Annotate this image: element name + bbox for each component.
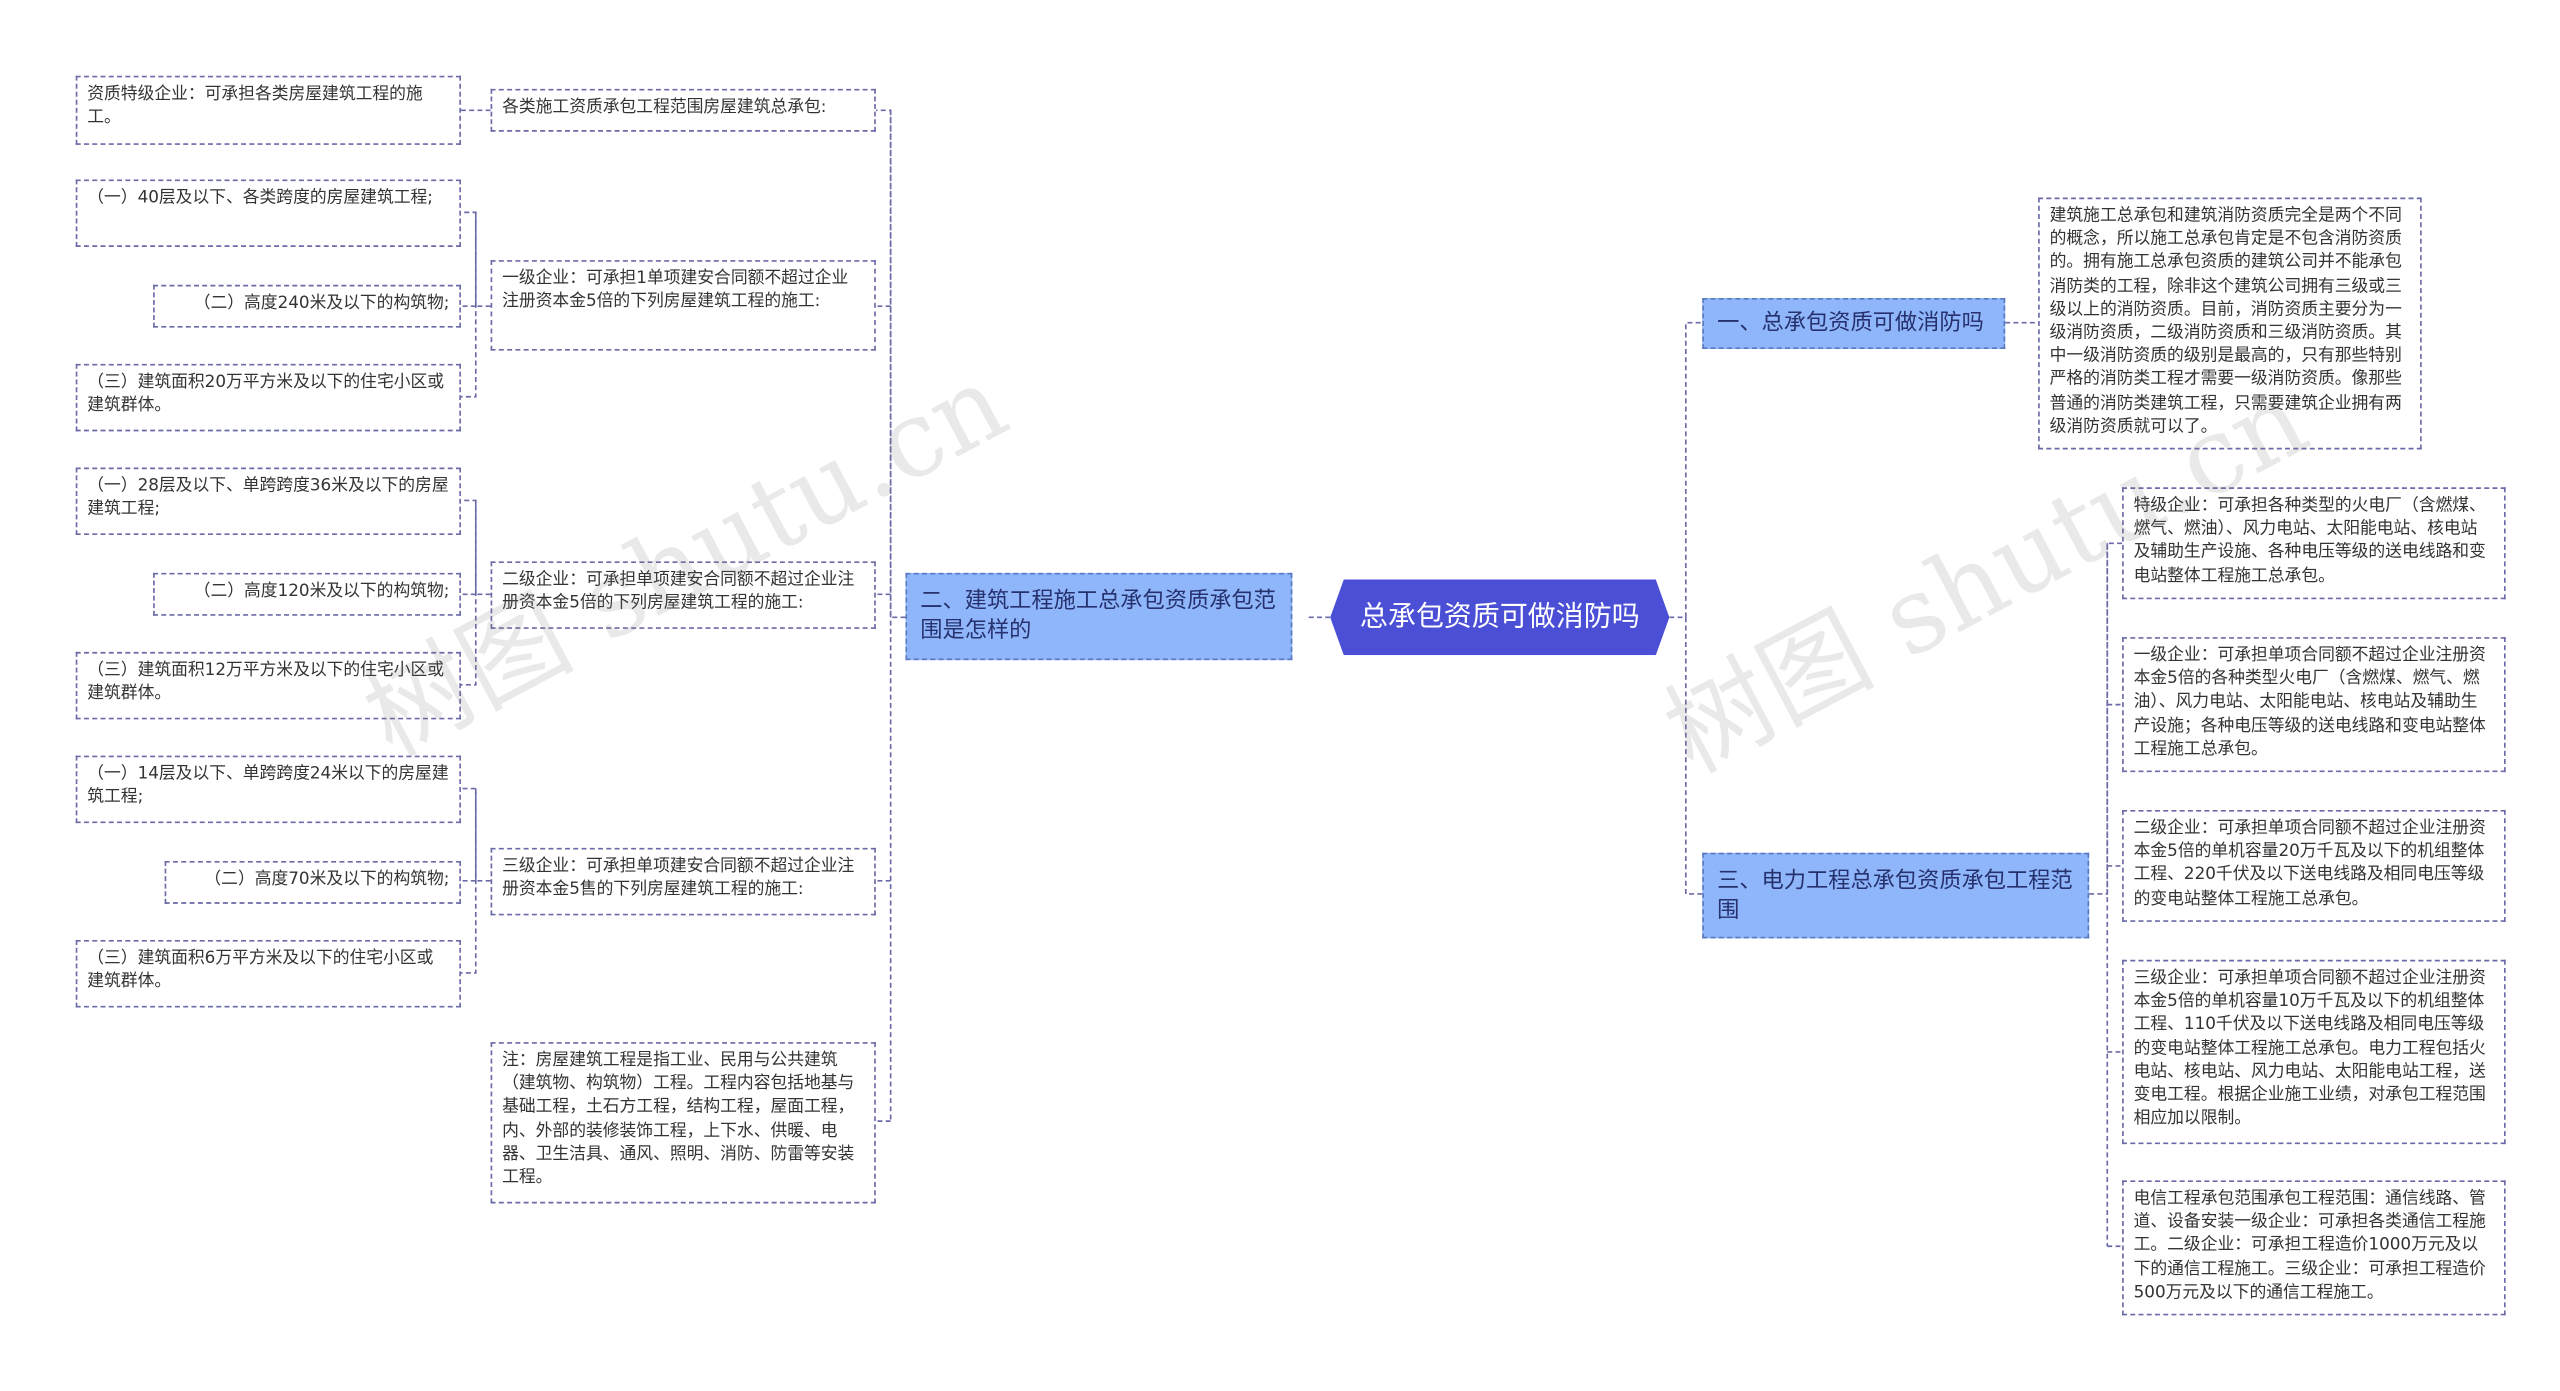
connector: [1669, 321, 1703, 619]
connector: [460, 212, 477, 398]
mind-map-canvas: 总承包资质可做消防吗 二、建筑工程施工总承包资质承包范围是怎样的 各类施工资质承…: [0, 0, 2560, 1391]
right1-child-1[interactable]: 建筑施工总承包和建筑消防资质完全是两个不同的概念，所以施工总承包肯定是不包含消防…: [2038, 197, 2422, 450]
left-node-grade2-child-2[interactable]: （二）高度120米及以下的构筑物;: [153, 572, 461, 616]
branch-power-scope[interactable]: 三、电力工程总承包资质承包工程范围: [1702, 852, 2090, 939]
left-node-note[interactable]: 注：房屋建筑工程是指工业、民用与公共建筑（建筑物、构筑物）工程。工程内容包括地基…: [490, 1042, 876, 1204]
right2-child-2[interactable]: 一级企业：可承担单项合同额不超过企业注册资本金5倍的各种类型火电厂（含燃煤、燃气…: [2122, 637, 2506, 773]
right2-child-4[interactable]: 三级企业：可承担单项合同额不超过企业注册资本金5倍的单机容量10万千瓦及以下的机…: [2122, 959, 2506, 1145]
left-node-grade1-child-2[interactable]: （二）高度240米及以下的构筑物;: [153, 284, 461, 328]
root-topic[interactable]: 总承包资质可做消防吗: [1330, 579, 1670, 656]
left-node-general[interactable]: 各类施工资质承包工程范围房屋建筑总承包:: [490, 88, 876, 132]
left-node-grade2-child-3[interactable]: （三）建筑面积12万平方米及以下的住宅小区或建筑群体。: [75, 651, 461, 720]
left-node-grade3-child-2[interactable]: （二）高度70米及以下的构筑物;: [164, 861, 461, 904]
branch-fire-qualification[interactable]: 一、总承包资质可做消防吗: [1702, 297, 2006, 350]
right2-child-5[interactable]: 电信工程承包范围承包工程范围：通信线路、管道、设备安装一级企业：可承担各类通信工…: [2122, 1180, 2506, 1316]
connector: [460, 500, 477, 686]
left-node-grade3-child-3[interactable]: （三）建筑面积6万平方米及以下的住宅小区或建筑群体。: [75, 940, 461, 1008]
left-node-grade1[interactable]: 一级企业：可承担1单项建安合同额不超过企业注册资本金5倍的下列房屋建筑工程的施工…: [490, 260, 876, 351]
left-node-general-child-1[interactable]: 资质特级企业：可承担各类房屋建筑工程的施工。: [75, 75, 461, 145]
right2-child-1[interactable]: 特级企业：可承担各种类型的火电厂（含燃煤、燃气、燃油）、风力电站、太阳能电站、核…: [2122, 487, 2506, 600]
connector: [460, 211, 491, 308]
left-node-grade2-child-1[interactable]: （一）28层及以下、单跨跨度36米及以下的房屋建筑工程;: [75, 467, 461, 536]
left-node-grade2[interactable]: 二级企业：可承担单项建安合同额不超过企业注册资本金5倍的下列房屋建筑工程的施工:: [490, 561, 876, 629]
right2-child-3[interactable]: 二级企业：可承担单项合同额不超过企业注册资本金5倍的单机容量20万千瓦及以下的机…: [2122, 809, 2506, 922]
connector: [2089, 542, 2123, 895]
connector: [460, 499, 491, 596]
left-node-grade3[interactable]: 三级企业：可承担单项建安合同额不超过企业注册资本金5售的下列房屋建筑工程的施工:: [490, 847, 876, 916]
left-node-grade1-child-3[interactable]: （三）建筑面积20万平方米及以下的住宅小区或建筑群体。: [75, 363, 461, 432]
connector: [1684, 617, 1703, 895]
left-node-grade3-child-1[interactable]: （一）14层及以下、单跨跨度24米以下的房屋建筑工程;: [75, 755, 461, 824]
left-node-grade1-child-1[interactable]: （一）40层及以下、各类跨度的房屋建筑工程;: [75, 179, 461, 247]
branch-building-scope[interactable]: 二、建筑工程施工总承包资质承包范围是怎样的: [905, 572, 1293, 661]
